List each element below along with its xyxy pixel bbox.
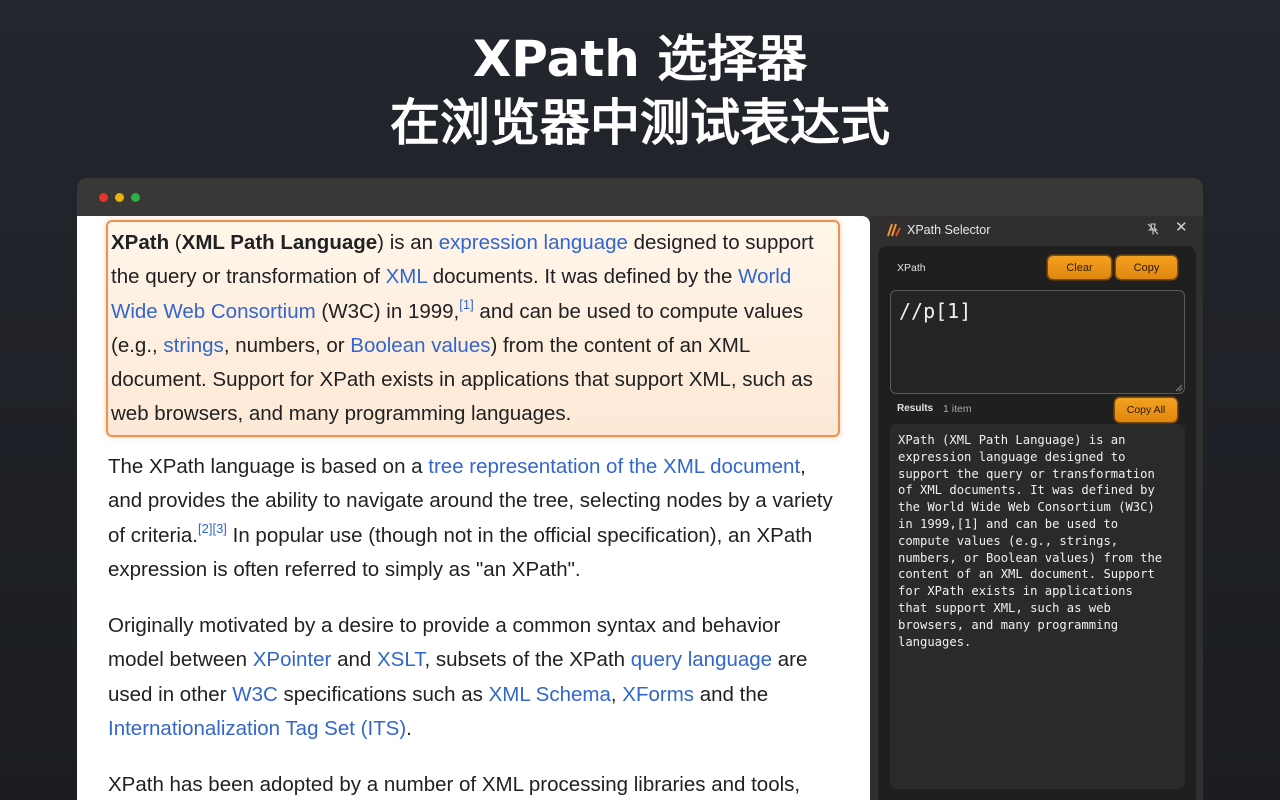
zoom-window-button[interactable]: [131, 193, 140, 202]
window-controls: [99, 193, 140, 202]
text-run: documents. It was defined by the: [427, 265, 739, 289]
xpath-logo-icon: [887, 223, 901, 237]
citation-link[interactable]: [3]: [212, 521, 226, 536]
text-run: XPath has been adopted by a number of XM…: [108, 773, 801, 796]
result-item[interactable]: XPath (XML Path Language) is an expressi…: [898, 432, 1178, 650]
bold-term: XML Path Language: [181, 231, 378, 254]
headline-title: XPath 选择器: [472, 30, 808, 88]
link-xslt[interactable]: XSLT: [377, 648, 424, 671]
link-its[interactable]: Internationalization Tag Set (ITS): [108, 717, 406, 740]
results-label: Results: [897, 403, 934, 414]
panel-title: XPath Selector: [907, 223, 991, 237]
headline: XPath 选择器 在浏览器中测试表达式: [0, 28, 1280, 156]
results-list: XPath (XML Path Language) is an expressi…: [890, 424, 1185, 789]
text-run: (W3C) in 1999,: [315, 299, 460, 323]
copy-button[interactable]: Copy: [1116, 256, 1177, 279]
citation-link[interactable]: [1]: [459, 297, 473, 312]
close-panel-icon[interactable]: ✕: [1175, 220, 1188, 236]
link-boolean-values[interactable]: Boolean values: [350, 334, 490, 357]
web-page: XPath (XML Path Language) is an expressi…: [77, 216, 870, 800]
link-xml-schema[interactable]: XML Schema: [489, 683, 611, 706]
link-expression-language[interactable]: expression language: [439, 231, 628, 254]
clear-button[interactable]: Clear: [1048, 256, 1111, 279]
bold-term: XPath: [111, 231, 170, 254]
text-run: and the: [694, 682, 769, 706]
text-run: , numbers, or: [223, 333, 351, 357]
minimize-window-button[interactable]: [115, 193, 124, 202]
text-run: specifications such as: [277, 682, 489, 706]
xpath-label: XPath: [897, 262, 926, 274]
xpath-input[interactable]: //p[1]: [890, 290, 1185, 394]
browser-window: XPath (XML Path Language) is an expressi…: [77, 178, 1203, 800]
paragraph-2: The XPath language is based on a tree re…: [108, 450, 838, 587]
link-xml[interactable]: XML: [386, 265, 427, 288]
text-run: ,: [610, 682, 623, 706]
text-run: and: [331, 648, 377, 672]
paragraph-3: Originally motivated by a desire to prov…: [108, 609, 838, 746]
text-run: ) is an: [377, 231, 439, 254]
resize-grip-icon[interactable]: [1175, 384, 1183, 392]
close-window-button[interactable]: [99, 193, 108, 202]
highlighted-paragraph: XPath (XML Path Language) is an expressi…: [106, 220, 840, 437]
link-xpointer[interactable]: XPointer: [253, 648, 332, 671]
copy-all-button[interactable]: Copy All: [1115, 398, 1177, 422]
panel-body: XPath Clear Copy //p[1] Results 1 item C…: [878, 246, 1196, 800]
paragraph-4: XPath has been adopted by a number of XM…: [108, 768, 838, 800]
text-run: (: [169, 231, 182, 254]
text-run: The XPath language is based on a: [108, 455, 429, 478]
citation-link[interactable]: [2]: [198, 521, 212, 536]
results-count: 1 item: [943, 403, 972, 415]
panel-header: XPath Selector ✕: [870, 216, 1203, 246]
unpin-icon[interactable]: [1146, 222, 1160, 236]
xpath-selector-panel: XPath Selector ✕ XPath Clear Copy //p[1]…: [870, 216, 1203, 800]
text-run: , subsets of the XPath: [424, 648, 631, 672]
link-tree-representation[interactable]: tree representation of the XML document: [428, 455, 800, 478]
headline-subtitle: 在浏览器中测试表达式: [390, 94, 890, 152]
link-xforms[interactable]: XForms: [622, 683, 694, 706]
link-strings[interactable]: strings: [163, 334, 223, 357]
link-query-language[interactable]: query language: [631, 648, 772, 671]
link-w3c-short[interactable]: W3C: [232, 683, 278, 706]
text-run: .: [406, 716, 412, 740]
